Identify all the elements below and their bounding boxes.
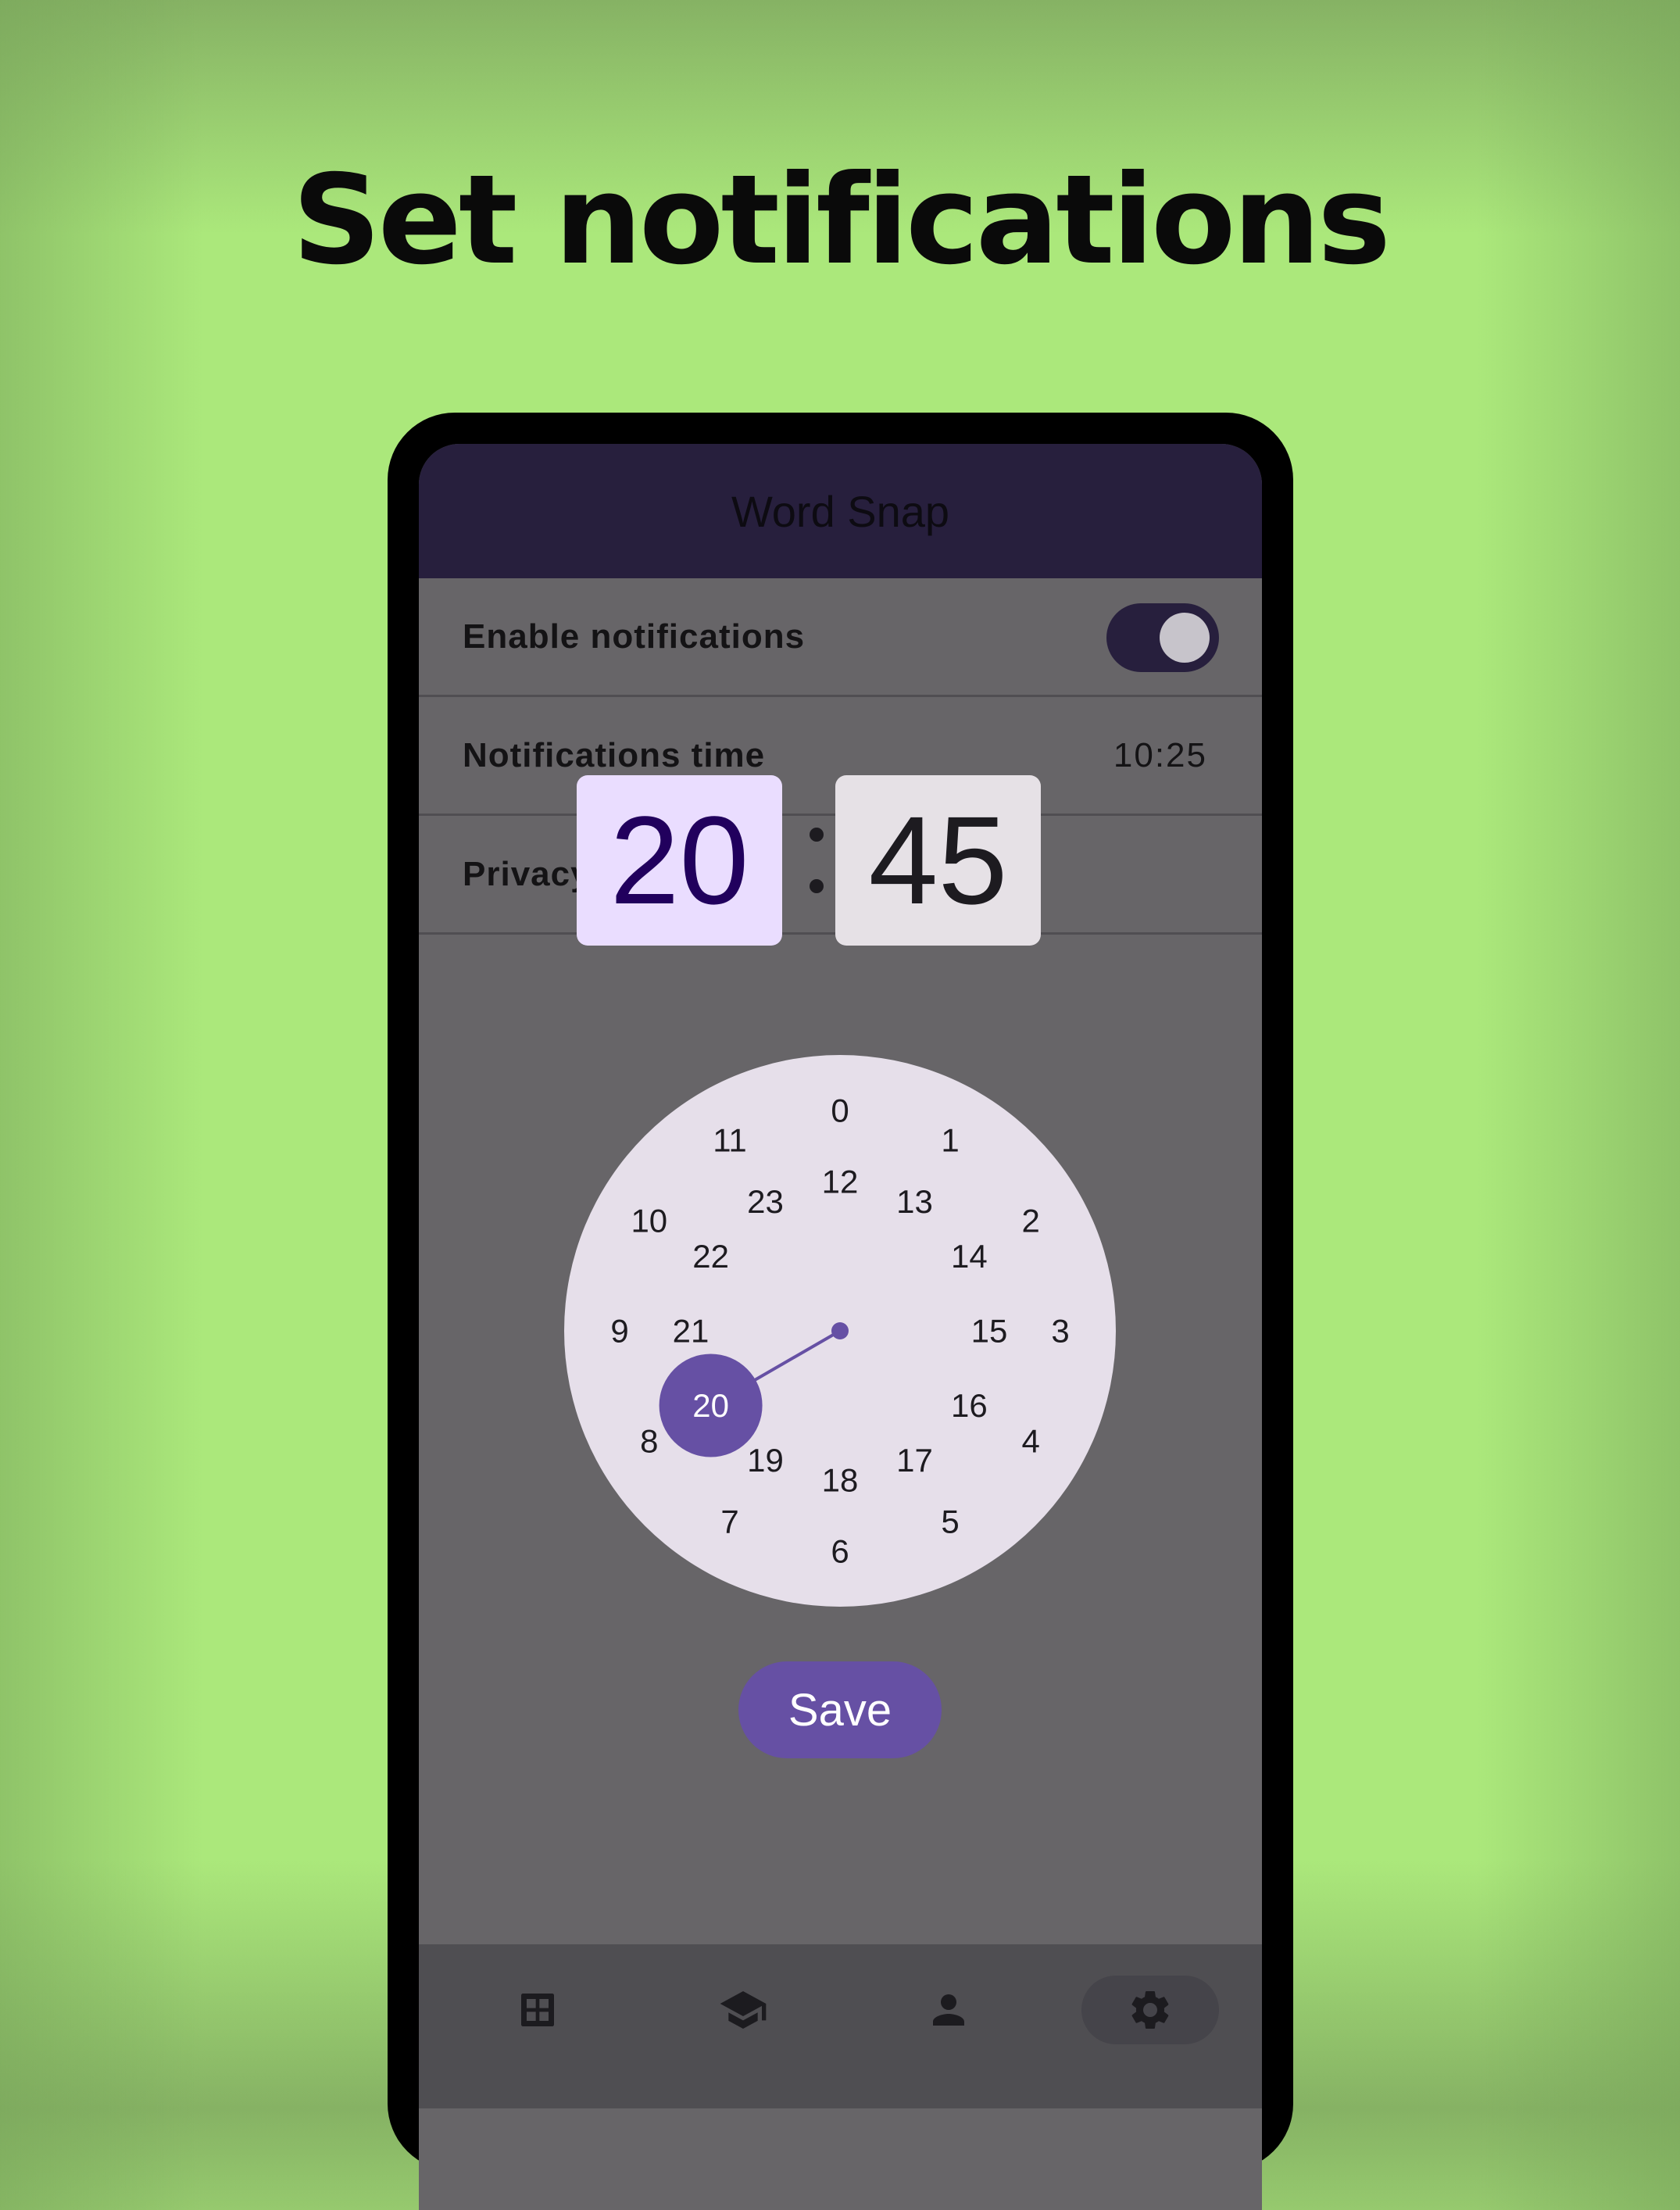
dial-hour-7[interactable]: 7	[720, 1504, 738, 1540]
headline: Set notifications	[291, 148, 1391, 292]
dial-hour-20[interactable]: 20	[692, 1387, 729, 1424]
dial-hour-2[interactable]: 2	[1022, 1203, 1040, 1239]
app-title: Word Snap	[731, 486, 950, 536]
dial-hour-19[interactable]: 19	[747, 1442, 784, 1479]
dial-hour-5[interactable]: 5	[941, 1504, 959, 1540]
dial-hour-17[interactable]: 17	[896, 1442, 933, 1479]
person-icon	[933, 1994, 964, 2026]
gear-icon	[1131, 1990, 1169, 2029]
nav-item-settings[interactable]	[1081, 1976, 1219, 2044]
graduation-cap-icon	[720, 1991, 767, 2029]
time-separator	[809, 775, 824, 946]
save-button[interactable]: Save	[738, 1661, 942, 1758]
dial-hour-8[interactable]: 8	[640, 1423, 658, 1460]
hour-display[interactable]: 20	[577, 775, 782, 946]
app-bar: Word Snap	[419, 444, 1262, 578]
nav-item-profile[interactable]	[880, 1976, 1017, 2044]
dial-hour-16[interactable]: 16	[951, 1387, 988, 1424]
dial-hour-12[interactable]: 12	[822, 1164, 859, 1200]
enable-notifications-label: Enable notifications	[463, 617, 806, 656]
dial-hour-3[interactable]: 3	[1051, 1313, 1069, 1350]
dial-hour-10[interactable]: 10	[631, 1203, 667, 1239]
dial-hour-13[interactable]: 13	[896, 1183, 933, 1220]
notifications-time-value: 10:25	[1113, 735, 1207, 774]
dial-hour-15[interactable]: 15	[971, 1313, 1008, 1350]
dial-hour-0[interactable]: 0	[831, 1092, 849, 1129]
enable-notifications-switch[interactable]	[1106, 603, 1219, 672]
dial-hour-23[interactable]: 23	[747, 1183, 784, 1220]
nav-item-learn[interactable]	[674, 1976, 812, 2044]
nav-item-dashboard[interactable]	[469, 1976, 606, 2044]
enable-notifications-row[interactable]: Enable notifications	[419, 578, 1262, 697]
dial-hour-11[interactable]: 11	[713, 1121, 747, 1158]
dial-hour-18[interactable]: 18	[822, 1462, 859, 1499]
dial-hour-6[interactable]: 6	[831, 1533, 849, 1570]
bottom-navigation	[419, 1944, 1262, 2108]
notifications-time-label: Notifications time	[463, 735, 766, 774]
grid-icon	[521, 1994, 554, 2026]
dial-center-dot	[831, 1322, 849, 1339]
dial-hour-1[interactable]: 1	[941, 1121, 959, 1158]
dial-hour-9[interactable]: 9	[610, 1313, 628, 1350]
switch-knob	[1160, 613, 1210, 663]
dial-hour-21[interactable]: 21	[673, 1313, 710, 1350]
dial-hour-14[interactable]: 14	[951, 1238, 988, 1275]
dial-hour-22[interactable]: 22	[692, 1238, 729, 1275]
clock-dial[interactable]: 01234567891011121314151617181920212223	[564, 1055, 1116, 1607]
dial-hour-4[interactable]: 4	[1022, 1423, 1040, 1460]
minute-display[interactable]: 45	[835, 775, 1041, 946]
